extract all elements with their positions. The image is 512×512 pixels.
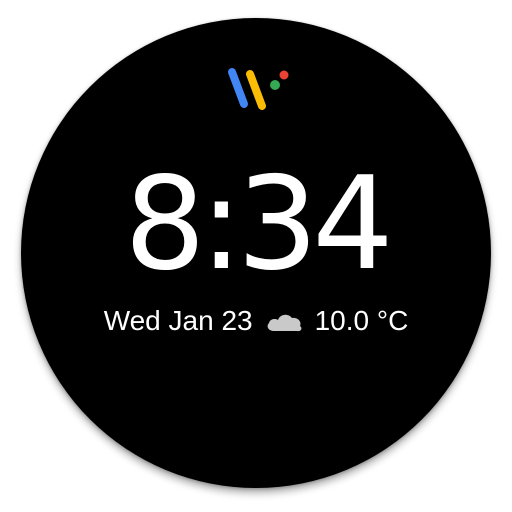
cloud-icon xyxy=(267,314,302,332)
watch-face-screen: 8:34 Wed Jan 23 10.0 °C xyxy=(0,0,512,512)
time-display: 8:34 xyxy=(124,150,393,299)
temperature-label: 10.0 °C xyxy=(314,305,409,336)
date-label: Wed Jan 23 xyxy=(103,305,253,336)
info-row: Wed Jan 23 10.0 °C xyxy=(0,303,512,339)
wear-os-logo-icon xyxy=(228,68,289,110)
